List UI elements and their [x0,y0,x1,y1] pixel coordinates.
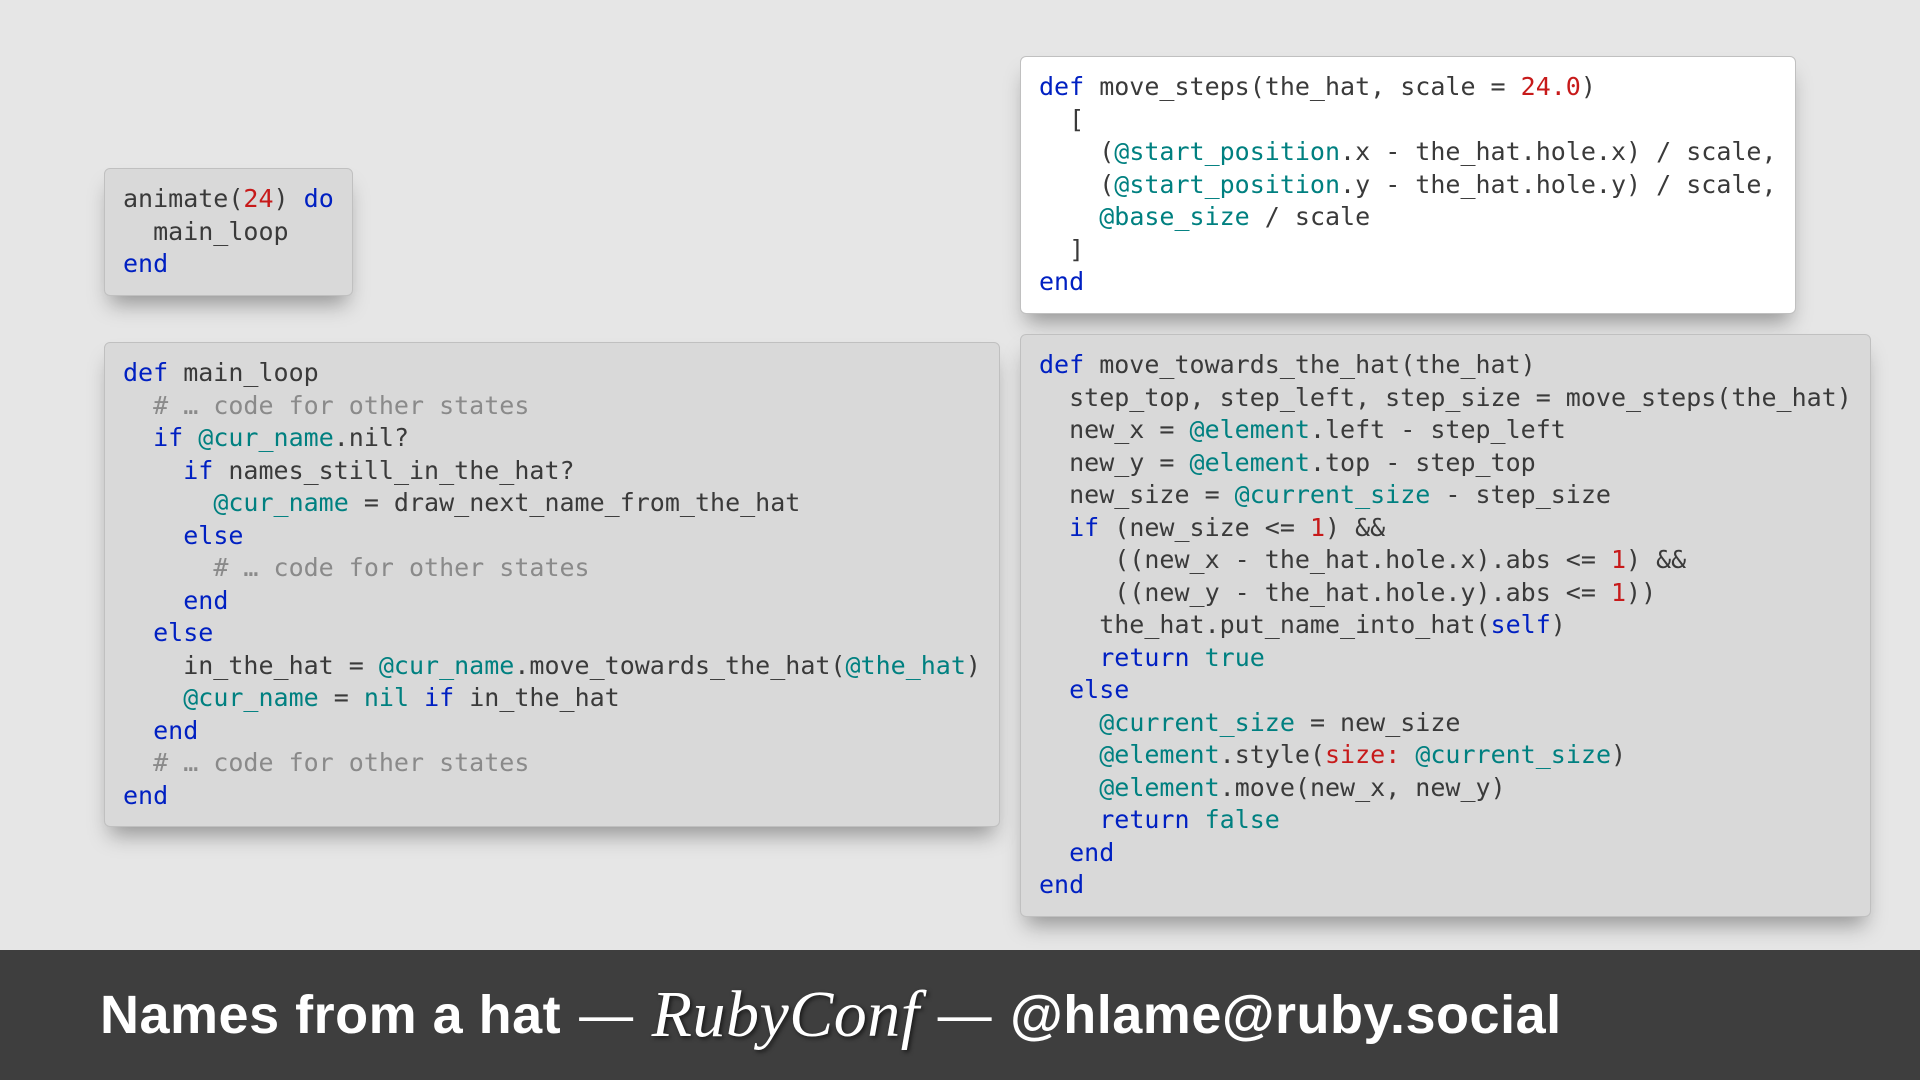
code-block-move-steps: def move_steps(the_hat, scale = 24.0) [ … [1020,56,1796,314]
code-block-main-loop: def main_loop # … code for other states … [104,342,1000,827]
conference-name: RubyConf [652,977,920,1053]
talk-title: Names from a hat [100,984,561,1046]
slide-footer: Names from a hat — RubyConf — @hlame@rub… [0,950,1920,1080]
code-block-move-towards: def move_towards_the_hat(the_hat) step_t… [1020,334,1871,917]
separator: — [938,984,993,1046]
author-handle: @hlame@ruby.social [1010,984,1561,1046]
code-block-animate: animate(24) do main_loop end [104,168,353,296]
separator: — [579,984,634,1046]
